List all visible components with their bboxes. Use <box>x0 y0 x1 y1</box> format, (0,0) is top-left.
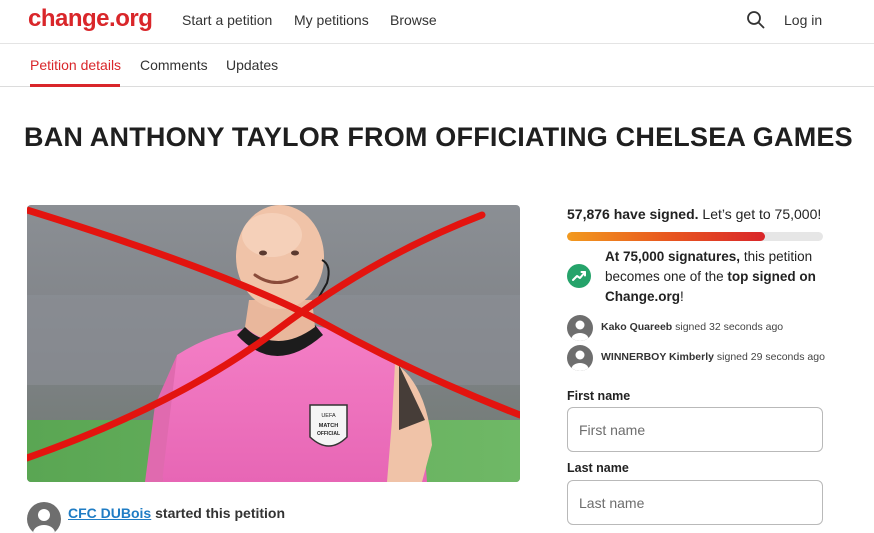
change-org-logo[interactable]: change.org <box>28 5 153 33</box>
recent-signer-time: signed 29 seconds ago <box>716 351 825 363</box>
starter-name-link[interactable]: CFC DUBois <box>68 505 151 521</box>
top-navigation-bar: change.org Start a petition My petitions… <box>0 0 874 44</box>
signature-progress-fill <box>567 232 765 241</box>
signature-goal: Let’s get to 75,000! <box>702 206 822 222</box>
user-avatar-icon <box>567 345 593 371</box>
petition-tabs: Petition details Comments Updates <box>0 44 874 87</box>
nav-browse[interactable]: Browse <box>390 12 437 28</box>
nav-start-petition[interactable]: Start a petition <box>182 12 272 28</box>
login-link[interactable]: Log in <box>784 12 822 28</box>
svg-text:OFFICIAL: OFFICIAL <box>317 431 340 437</box>
tab-comments[interactable]: Comments <box>140 57 208 73</box>
starter-avatar-icon <box>27 502 61 533</box>
signature-progress-bar <box>567 232 823 241</box>
trending-up-icon <box>567 264 591 288</box>
petition-image: UEFA MATCH OFFICIAL <box>27 205 520 482</box>
svg-text:MATCH: MATCH <box>319 423 338 429</box>
milestone-top-signed: top signed <box>727 269 796 284</box>
uefa-badge: UEFA MATCH OFFICIAL <box>309 404 348 447</box>
first-name-label: First name <box>567 389 631 403</box>
milestone-signatures: At 75,000 signatures, <box>605 249 741 264</box>
milestone-exclaim: ! <box>680 289 684 304</box>
signature-count-line: 57,876 have signed. Let’s get to 75,000! <box>567 206 821 222</box>
petition-title: BAN ANTHONY TAYLOR FROM OFFICIATING CHEL… <box>24 122 853 152</box>
first-name-field[interactable] <box>567 407 823 452</box>
recent-signer-time: signed 32 seconds ago <box>675 321 784 333</box>
signature-count: 57,876 have signed. <box>567 206 699 222</box>
recent-signer-name: WINNERBOY Kimberly <box>601 351 714 363</box>
tab-updates[interactable]: Updates <box>226 57 278 73</box>
milestone-message: At 75,000 signatures, this petition beco… <box>605 247 830 307</box>
search-icon[interactable] <box>746 10 766 30</box>
petition-starter: CFC DUBois started this petition <box>68 505 285 521</box>
recent-signer-name: Kako Quareeb <box>601 321 673 333</box>
last-name-label: Last name <box>567 461 629 475</box>
starter-suffix: started this petition <box>155 505 286 521</box>
user-avatar-icon <box>567 315 593 341</box>
tab-petition-details[interactable]: Petition details <box>30 57 121 73</box>
svg-text:UEFA: UEFA <box>321 413 336 419</box>
last-name-field[interactable] <box>567 480 823 525</box>
active-tab-indicator <box>30 84 120 87</box>
nav-my-petitions[interactable]: My petitions <box>294 12 369 28</box>
